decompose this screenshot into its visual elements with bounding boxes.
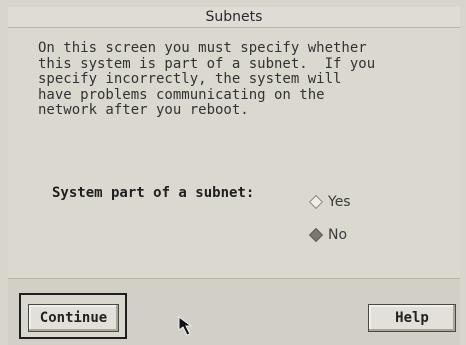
radio-no-label: No bbox=[328, 227, 348, 243]
radio-diamond-icon bbox=[308, 194, 324, 210]
instructions-line: this system is part of a subnet. If you bbox=[38, 55, 376, 72]
radio-yes-label: Yes bbox=[328, 194, 351, 210]
subnet-question-label: System part of a subnet: bbox=[52, 185, 255, 201]
radio-no[interactable]: No bbox=[308, 227, 348, 243]
continue-button[interactable]: Continue bbox=[28, 304, 119, 332]
mouse-pointer-icon bbox=[178, 316, 193, 336]
instructions-line: specify incorrectly, the system will bbox=[38, 71, 342, 87]
instructions-text: On this screen you must specify whether … bbox=[38, 40, 438, 119]
window-title: Subnets bbox=[8, 7, 460, 28]
help-button[interactable]: Help bbox=[368, 304, 456, 332]
subnets-dialog: Subnets On this screen you must specify … bbox=[0, 0, 466, 345]
instructions-line: On this screen you must specify whether bbox=[38, 40, 367, 56]
radio-yes[interactable]: Yes bbox=[308, 194, 351, 210]
instructions-line: have problems communicating on the bbox=[38, 86, 325, 103]
radio-diamond-icon bbox=[308, 227, 324, 243]
instructions-line: network after you reboot. bbox=[38, 102, 249, 118]
